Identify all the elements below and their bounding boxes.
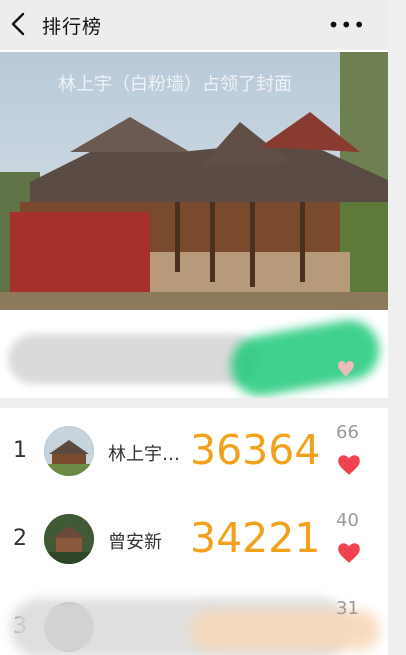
like-count: 66 <box>336 422 359 443</box>
cover-caption: 林上宇（白粉墙）占领了封面 <box>58 74 292 95</box>
rank-number: 1 <box>13 438 27 463</box>
champion-banner[interactable]: ♥ <box>0 310 388 401</box>
heart-icon[interactable]: ♥ <box>336 358 356 383</box>
ranking-row[interactable]: 1 林上宇… 36364 66 <box>0 408 388 497</box>
like-count: 40 <box>336 510 359 531</box>
avatar[interactable] <box>44 514 94 564</box>
more-dots-icon[interactable]: ••• <box>328 13 366 37</box>
rank-number: 2 <box>13 526 27 551</box>
ranking-row[interactable]: 2 曾安新 34221 40 <box>0 496 388 585</box>
step-count: 36364 <box>190 426 321 474</box>
cover-image[interactable]: 林上宇（白粉墙）占领了封面 <box>0 52 388 310</box>
redaction-smudge <box>225 315 385 401</box>
user-name: 曾安新 <box>108 532 162 553</box>
heart-icon[interactable] <box>336 540 362 566</box>
phone-screen: 排行榜 ••• 林上宇（白粉墙）占领了封面 ♥ 1 林上宇… 36364 66 … <box>0 0 388 655</box>
like-count: 31 <box>336 598 359 619</box>
step-count: 34221 <box>190 514 321 562</box>
avatar[interactable] <box>44 426 94 476</box>
right-edge-strip <box>388 0 406 655</box>
section-divider <box>0 398 388 408</box>
top-bar: 排行榜 ••• <box>0 0 388 50</box>
redaction-smudge <box>8 334 258 384</box>
chevron-left-icon[interactable] <box>8 11 30 37</box>
user-name: 林上宇… <box>108 444 180 465</box>
page-title: 排行榜 <box>42 16 103 38</box>
heart-icon[interactable] <box>336 452 362 478</box>
ranking-row[interactable]: 3 31 <box>0 584 388 655</box>
